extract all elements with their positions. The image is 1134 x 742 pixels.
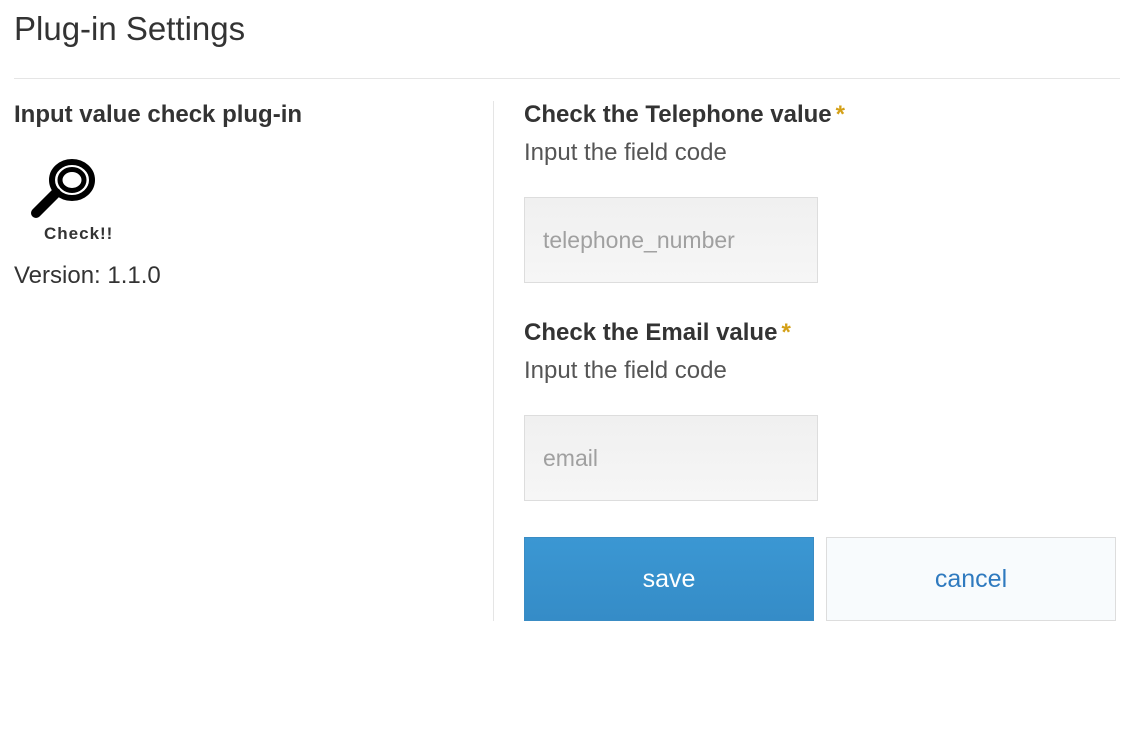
form-button-row: save cancel [524,537,1120,621]
required-marker: * [836,101,845,128]
page-title: Plug-in Settings [14,10,1120,79]
plugin-icon-caption: Check!! [44,224,473,244]
content-columns: Input value check plug-in Check!! Versio… [14,101,1120,621]
telephone-field-code-input[interactable] [524,197,818,283]
settings-form: Check the Telephone value* Input the fie… [494,101,1120,621]
email-title-text: Check the Email value [524,319,777,346]
save-button[interactable]: save [524,537,814,621]
cancel-button[interactable]: cancel [826,537,1116,621]
plugin-check-icon: Check!! [30,157,473,244]
plugin-info-panel: Input value check plug-in Check!! Versio… [14,101,494,621]
plugin-version: Version: 1.1.0 [14,262,473,290]
telephone-title-text: Check the Telephone value [524,101,832,128]
telephone-section-title: Check the Telephone value* [524,101,1120,129]
telephone-section-desc: Input the field code [524,139,1120,167]
plugin-name: Input value check plug-in [14,101,473,129]
email-field-code-input[interactable] [524,415,818,501]
required-marker: * [781,319,790,346]
email-section-desc: Input the field code [524,357,1120,385]
email-section-title: Check the Email value* [524,319,1120,347]
